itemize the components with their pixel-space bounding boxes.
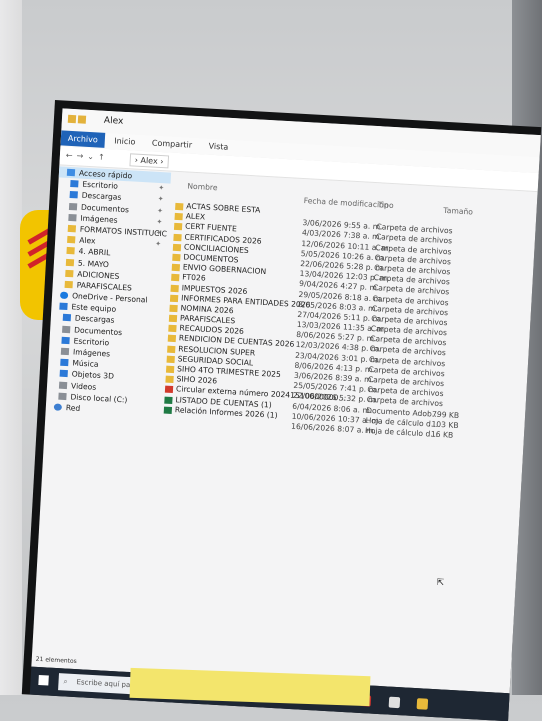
breadcrumb[interactable]: › Alex › (129, 153, 169, 169)
sidebar-item-label: Música (72, 358, 99, 370)
folder-icon (66, 247, 75, 255)
folder-icon (65, 269, 74, 277)
star-icon (66, 168, 76, 177)
folder-icon (168, 314, 178, 323)
folder-icon (167, 345, 176, 353)
file-list: Nombre Fecha de modificación Tipo Tamaño… (149, 173, 537, 693)
excel-file-icon (163, 406, 173, 414)
sidebar-item-label: Red (65, 403, 81, 413)
folder-icon (67, 236, 76, 244)
computer-icon (59, 302, 68, 311)
tab-compartir[interactable]: Compartir (145, 135, 200, 153)
folder-icon (168, 324, 177, 333)
navigation-arrows[interactable]: ←→⌄↑ (66, 151, 109, 162)
pin-icon: ✦ (158, 184, 165, 193)
column-date[interactable]: Fecha de modificación (304, 196, 389, 210)
music-icon (60, 358, 69, 367)
tab-inicio[interactable]: Inicio (107, 133, 143, 150)
objects3d-icon (59, 370, 68, 378)
file-explorer-window: Alex Archivo Inicio Compartir Vista ←→⌄↑… (31, 108, 541, 694)
desktop-icon (61, 336, 70, 344)
pin-icon: ✦ (157, 195, 164, 204)
sidebar-item-label: Videos (70, 380, 97, 392)
column-name[interactable]: Nombre (187, 182, 218, 193)
folder-icon (169, 304, 178, 313)
excel-file-icon (164, 396, 173, 404)
download-icon (69, 191, 78, 199)
videos-icon (58, 381, 68, 389)
pictures-icon (60, 347, 70, 356)
folder-icon (175, 202, 184, 211)
pictures-icon (68, 213, 77, 222)
folder-icon (65, 258, 75, 266)
file-size: 16 KB (430, 429, 454, 440)
pin-icon: ✦ (156, 217, 163, 226)
window-title: Alex (103, 115, 124, 127)
sidebar-item-label: Escritorio (73, 336, 110, 348)
pin-icon: ✦ (155, 239, 162, 249)
search-icon: ⌕ (63, 677, 68, 686)
folder-icon (166, 355, 175, 363)
tab-archivo[interactable]: Archivo (60, 130, 106, 148)
sidebar-item-label: Imágenes (80, 213, 118, 225)
chrome-icon[interactable] (388, 696, 400, 709)
folder-icon (172, 253, 181, 262)
pin-icon: ✦ (156, 206, 164, 215)
column-size[interactable]: Tamaño (443, 206, 473, 217)
folder-icon (172, 243, 182, 252)
pdf-icon (164, 385, 174, 394)
folder-icon (173, 223, 183, 231)
sidebar-item-label: 5. MAYO (77, 258, 110, 269)
folder-icon (174, 213, 183, 221)
folder-icon (169, 294, 179, 302)
sidebar-item-label: Alex (78, 235, 96, 246)
folder-icon (67, 224, 77, 233)
download-icon (62, 314, 72, 322)
sidebar-item-label: Imágenes (72, 347, 111, 359)
folder-icon (170, 284, 179, 292)
network-icon (53, 403, 63, 411)
navigation-pane: Acceso rápido Escritorio ✦ Descargas ✦ Docume… (31, 166, 172, 672)
folder-icon (171, 274, 180, 282)
folder-icon (171, 263, 181, 272)
tab-vista[interactable]: Vista (201, 138, 236, 155)
folder-icon (165, 375, 174, 384)
documents-icon (62, 325, 71, 333)
folder-icon (64, 280, 73, 289)
pin-icon: ✦ (155, 228, 162, 238)
folder-taskbar-icon[interactable] (416, 698, 428, 710)
sidebar-item-label: Descargas (81, 191, 122, 203)
quick-access-toolbar[interactable] (67, 114, 99, 127)
breadcrumb-alex[interactable]: Alex (140, 156, 158, 166)
folder-icon (167, 335, 177, 343)
monitor: Alex Archivo Inicio Compartir Vista ←→⌄↑… (21, 100, 542, 721)
sidebar-item-label: 4. ABRIL (78, 246, 111, 258)
windows-start-icon[interactable] (38, 674, 49, 686)
file-rows: ACTAS SOBRE ESTA ALEX 3/06/2026 9:55 a. m.… (163, 201, 536, 445)
sidebar-item-label: Escritorio (82, 179, 119, 191)
background-wall (0, 0, 22, 695)
column-type[interactable]: Tipo (377, 200, 393, 210)
documents-icon (68, 202, 78, 210)
mouse-cursor-icon: ⇱ (436, 578, 445, 589)
drive-icon (58, 392, 67, 400)
folder-icon (165, 365, 175, 374)
desktop-icon (70, 180, 79, 188)
folder-icon (173, 233, 182, 241)
onedrive-icon (59, 291, 69, 300)
